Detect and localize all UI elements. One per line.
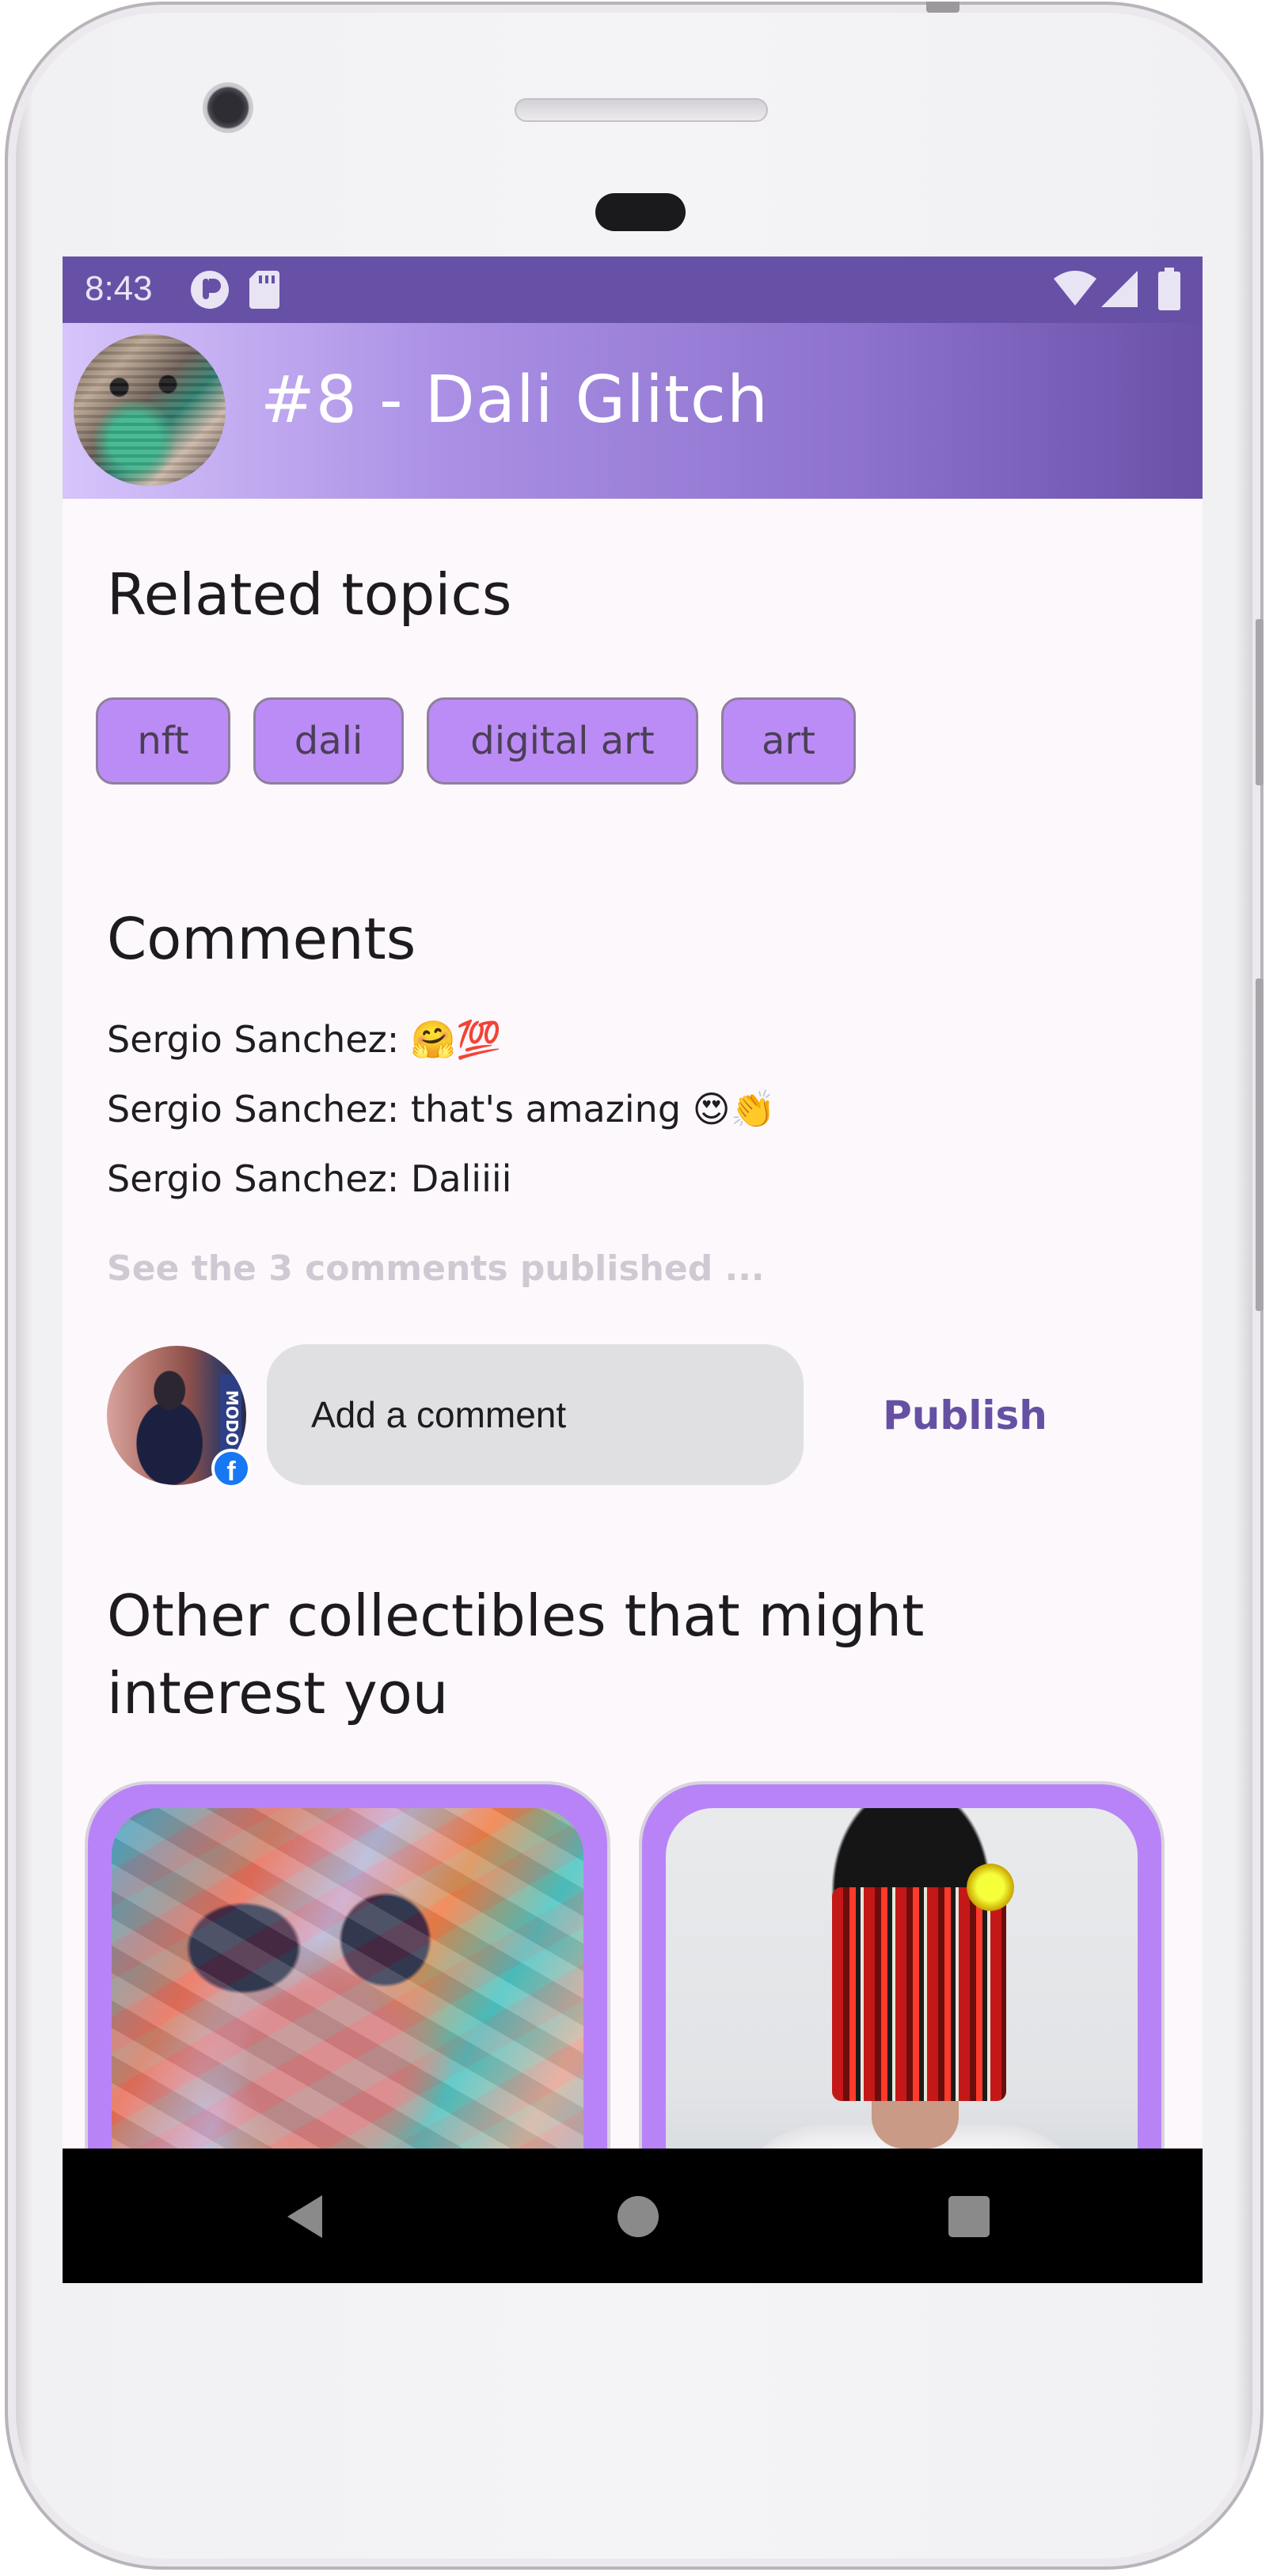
topic-chip[interactable]: digital art <box>427 697 698 785</box>
topic-chip[interactable]: nft <box>96 697 230 785</box>
sd-card-icon <box>249 271 279 309</box>
signal-icon <box>1101 271 1138 307</box>
see-all-comments-link[interactable]: See the 3 comments published ... <box>107 1248 765 1289</box>
image-detail-glitch <box>832 1887 1006 2101</box>
phone-top-notch <box>926 2 960 13</box>
facebook-icon: f <box>211 1449 251 1488</box>
image-detail-glitch-highlight <box>967 1864 1014 1911</box>
comments-heading: Comments <box>107 906 416 972</box>
page-title: #8 - Dali Glitch <box>260 363 769 438</box>
topic-chip-label: digital art <box>470 719 655 763</box>
app-bar: #8 - Dali Glitch <box>63 323 1203 499</box>
home-icon[interactable] <box>606 2188 661 2244</box>
topic-chip-label: dali <box>294 719 363 763</box>
comment-input[interactable] <box>267 1344 804 1485</box>
wifi-icon <box>1054 271 1096 306</box>
proximity-sensor <box>595 193 686 231</box>
earpiece-speaker <box>515 98 768 122</box>
app-screen: 8:43 #8 - Dali Glitch Related topics nft… <box>63 256 1203 2283</box>
back-icon[interactable] <box>275 2188 330 2244</box>
status-bar: 8:43 <box>63 256 1203 323</box>
power-button <box>1256 978 1264 1311</box>
volume-button <box>1256 619 1264 785</box>
system-nav-bar <box>63 2149 1203 2283</box>
front-camera <box>203 82 253 133</box>
status-time: 8:43 <box>85 269 153 308</box>
other-collectibles-heading: Other collectibles that might interest y… <box>107 1577 924 1732</box>
other-heading-line2: interest you <box>107 1660 449 1727</box>
battery-icon <box>1158 268 1180 310</box>
comment-item: Sergio Sanchez: that's amazing 😍👏 <box>107 1088 776 1130</box>
notification-icon <box>191 271 229 309</box>
publish-button[interactable]: Publish <box>856 1376 1074 1455</box>
topic-chip[interactable]: art <box>721 697 856 785</box>
topic-chip-label: art <box>762 719 815 763</box>
comment-item: Sergio Sanchez: 🤗💯 <box>107 1018 502 1061</box>
topic-chip-label: nft <box>137 719 189 763</box>
topic-chip[interactable]: dali <box>253 697 404 785</box>
collectible-avatar[interactable] <box>74 334 226 486</box>
other-heading-line1: Other collectibles that might <box>107 1582 925 1649</box>
comment-item: Sergio Sanchez: Daliiii <box>107 1157 512 1200</box>
related-topics-heading: Related topics <box>107 561 512 628</box>
recents-icon[interactable] <box>937 2188 992 2244</box>
